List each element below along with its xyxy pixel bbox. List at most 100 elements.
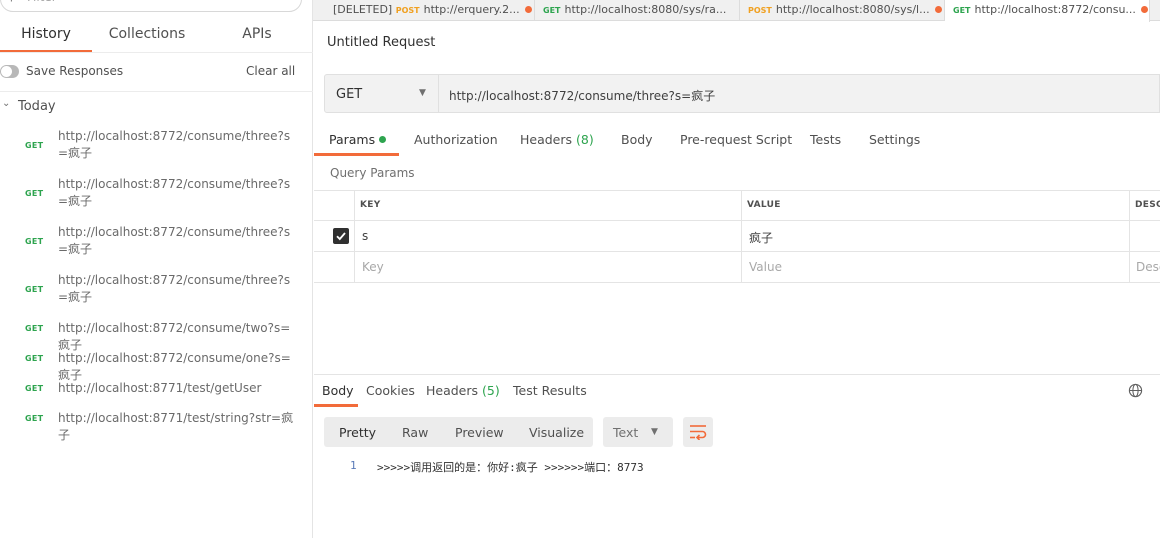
response-divider[interactable]	[314, 374, 1160, 375]
param-key-cell[interactable]: s	[362, 229, 368, 243]
request-tab-title: http://erquery.2...	[423, 3, 520, 16]
wrap-lines-button[interactable]	[683, 417, 713, 447]
response-tab-body[interactable]: Body	[322, 383, 354, 398]
method-badge: GET	[953, 6, 971, 15]
tab-collections[interactable]: Collections	[92, 26, 202, 52]
response-headers-count: (5)	[482, 383, 500, 398]
tab-params[interactable]: Params	[329, 132, 387, 147]
new-value-input[interactable]: Value	[749, 260, 782, 274]
request-tab-prefix: [DELETED]	[333, 3, 393, 16]
format-visualize-button[interactable]: Visualize	[529, 425, 584, 440]
history-item[interactable]: GET http://localhost:8772/consume/three?…	[0, 224, 312, 264]
tab-headers[interactable]: Headers (8)	[520, 132, 594, 147]
request-tab[interactable]: GET http://localhost:8080/sys/ra...	[535, 0, 740, 21]
param-value-cell[interactable]: 疯子	[749, 229, 773, 246]
method-badge: POST	[748, 6, 772, 15]
request-tab[interactable]: POST http://localhost:8080/sys/l...	[740, 0, 945, 21]
history-item[interactable]: GET http://localhost:8771/test/string?st…	[0, 410, 312, 442]
response-body-text[interactable]: >>>>>调用返回的是：你好:疯子 >>>>>>端口：8773	[377, 459, 644, 475]
table-border	[354, 190, 355, 283]
format-preview-button[interactable]: Preview	[455, 425, 504, 440]
tab-history[interactable]: History	[0, 26, 92, 52]
divider	[0, 52, 313, 53]
request-tab-title: http://localhost:8080/sys/l...	[775, 3, 930, 16]
chevron-down-icon[interactable]: ⌄	[2, 98, 10, 109]
response-type-value: Text	[613, 425, 639, 440]
toggle-knob	[1, 66, 12, 77]
active-tab-underline	[314, 404, 358, 407]
table-border	[314, 220, 1160, 221]
request-tab-active[interactable]: GET http://localhost:8772/consu...	[945, 0, 1150, 22]
history-url: http://localhost:8772/consume/two?s=疯子	[58, 321, 291, 352]
group-label-today[interactable]: Today	[18, 99, 56, 114]
request-tab-title: http://localhost:8080/sys/ra...	[564, 3, 727, 16]
column-header-value: VALUE	[747, 200, 781, 210]
line-number: 1	[350, 459, 357, 472]
history-item[interactable]: GET http://localhost:8772/consume/two?s=…	[0, 320, 312, 352]
history-item[interactable]: GET http://localhost:8772/consume/one?s=…	[0, 350, 312, 382]
save-responses-toggle[interactable]	[0, 65, 19, 78]
method-badge: GET	[543, 6, 561, 15]
request-title[interactable]: Untitled Request	[327, 35, 435, 50]
method-badge: POST	[395, 6, 420, 15]
query-params-label: Query Params	[330, 166, 415, 180]
response-type-select[interactable]: Text ▼	[603, 417, 673, 447]
search-icon: ⚲	[7, 0, 16, 3]
history-url: http://localhost:8772/consume/three?s=疯子	[58, 273, 291, 304]
history-item[interactable]: GET http://localhost:8772/consume/three?…	[0, 272, 312, 312]
globe-icon[interactable]	[1128, 383, 1143, 398]
table-border	[314, 251, 1160, 252]
table-border	[314, 190, 1160, 191]
url-value: http://localhost:8772/consume/three?s=疯子	[449, 89, 716, 103]
request-tab-title: http://localhost:8772/consu...	[974, 3, 1136, 16]
tab-authorization[interactable]: Authorization	[414, 132, 498, 147]
unsaved-dot-icon	[524, 6, 532, 13]
column-header-description: DESC	[1135, 200, 1160, 210]
filter-input[interactable]	[27, 0, 287, 4]
request-tab[interactable]: [DELETED] POST http://erquery.2...	[325, 0, 535, 21]
column-header-key: KEY	[360, 200, 381, 210]
wrap-lines-icon	[690, 425, 707, 440]
history-url: http://localhost:8772/consume/one?s=疯子	[58, 351, 291, 382]
new-key-input[interactable]: Key	[362, 260, 384, 274]
tab-headers-label: Headers	[520, 132, 573, 147]
tab-settings[interactable]: Settings	[869, 132, 920, 147]
history-item[interactable]: GET http://localhost:8772/consume/three?…	[0, 176, 312, 216]
method-badge: GET	[25, 384, 44, 393]
divider	[0, 91, 313, 92]
method-badge: GET	[25, 285, 44, 294]
new-description-input[interactable]: Desc	[1136, 260, 1160, 274]
active-tab-underline	[314, 153, 399, 156]
response-tab-headers[interactable]: Headers (5)	[426, 383, 500, 398]
unsaved-dot-icon	[1140, 6, 1148, 13]
filter-box[interactable]: ⚲	[0, 0, 302, 12]
history-url: http://localhost:8772/consume/three?s=疯子	[58, 129, 291, 160]
tab-apis[interactable]: APIs	[212, 26, 302, 52]
method-badge: GET	[25, 354, 44, 363]
url-input[interactable]: http://localhost:8772/consume/three?s=疯子	[439, 74, 1160, 113]
method-select[interactable]: GET ▼	[324, 74, 439, 113]
method-badge: GET	[25, 141, 44, 150]
history-url: http://localhost:8771/test/getUser	[58, 381, 262, 395]
history-item[interactable]: GET http://localhost:8772/consume/three?…	[0, 128, 312, 168]
method-badge: GET	[25, 414, 44, 423]
params-table: KEY VALUE DESC s 疯子 Key Value Desc	[314, 190, 1160, 283]
caret-down-icon: ▼	[419, 88, 426, 98]
method-value: GET	[336, 87, 363, 102]
format-raw-button[interactable]: Raw	[402, 425, 428, 440]
param-checkbox[interactable]	[333, 228, 349, 244]
tab-params-label: Params	[329, 132, 376, 147]
format-pretty-button[interactable]: Pretty	[339, 425, 376, 440]
active-dot-icon	[379, 136, 387, 143]
tab-body[interactable]: Body	[621, 132, 653, 147]
response-tab-test-results[interactable]: Test Results	[513, 383, 587, 398]
method-badge: GET	[25, 189, 44, 198]
tab-tests[interactable]: Tests	[810, 132, 841, 147]
response-tab-cookies[interactable]: Cookies	[366, 383, 415, 398]
clear-all-button[interactable]: Clear all	[246, 64, 295, 78]
table-border	[1129, 190, 1130, 283]
headers-count: (8)	[576, 132, 594, 147]
tab-prerequest-script[interactable]: Pre-request Script	[680, 132, 792, 147]
format-button-group: Pretty Raw Preview Visualize	[324, 417, 593, 447]
history-item[interactable]: GET http://localhost:8771/test/getUser	[0, 380, 312, 402]
